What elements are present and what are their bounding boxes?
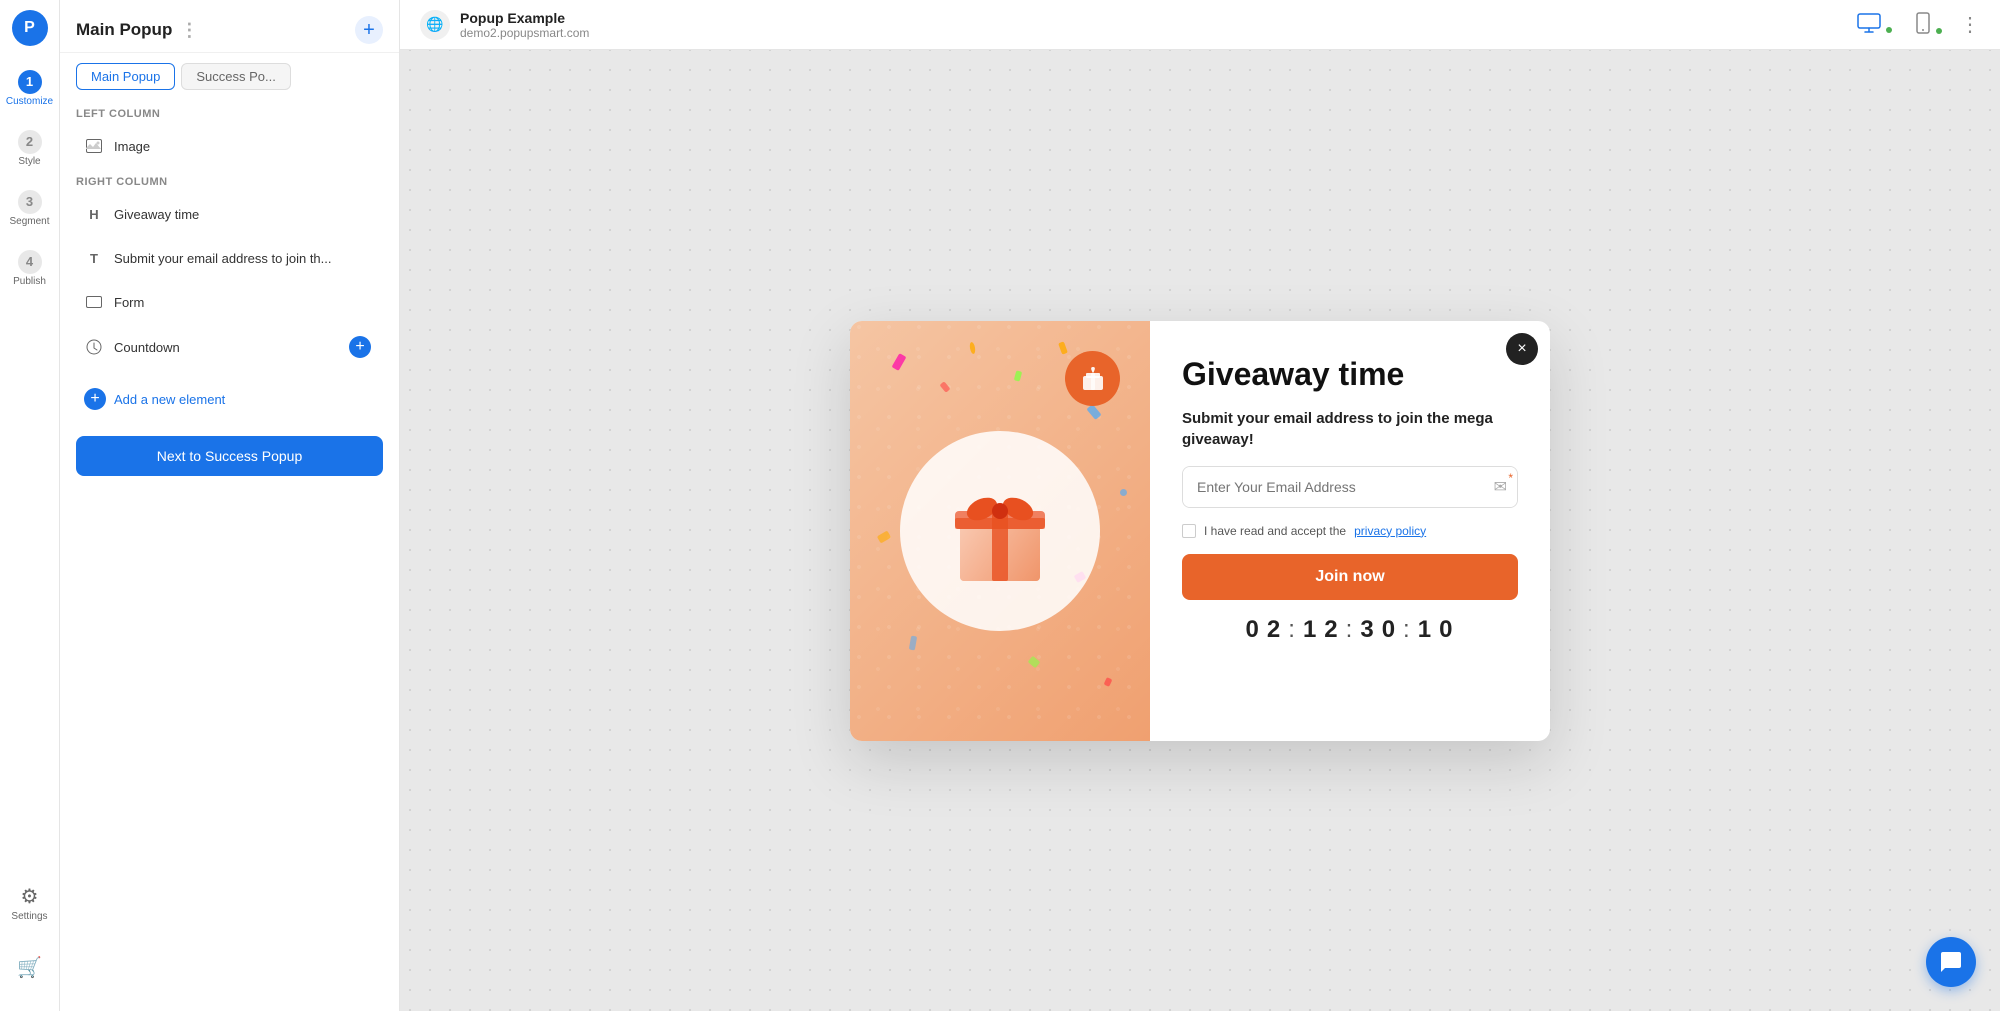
- nav-item-segment[interactable]: 3 Segment: [2, 180, 58, 236]
- count-d1: 0: [1246, 616, 1261, 644]
- nav-item-publish[interactable]: 4 Publish: [2, 240, 58, 296]
- add-after-countdown-button[interactable]: +: [349, 336, 371, 358]
- mobile-device-button[interactable]: [1910, 8, 1948, 41]
- privacy-text: I have read and accept the: [1204, 524, 1346, 538]
- panel-header: Main Popup ⋮ +: [60, 0, 399, 53]
- gift-badge: [1065, 351, 1120, 406]
- form-element-label: Form: [114, 295, 144, 310]
- top-bar-menu-dots[interactable]: ⋮: [1960, 12, 1980, 37]
- panel-tabs: Main Popup Success Po...: [60, 53, 399, 100]
- top-bar-left: 🌐 Popup Example demo2.popupsmart.com: [420, 10, 589, 40]
- left-column-label: LEFT COLUMN: [60, 100, 399, 124]
- step-1-label: Customize: [6, 96, 53, 107]
- popup-left-column: [850, 321, 1150, 741]
- panel-title-text: Main Popup: [76, 20, 172, 40]
- count-d6: 0: [1382, 616, 1397, 644]
- countdown-timer: 0 2 : 1 2 : 3 0 : 1 0: [1182, 616, 1518, 644]
- add-element-circle-icon: +: [84, 388, 106, 410]
- count-d7: 1: [1418, 616, 1433, 644]
- tab-success-popup[interactable]: Success Po...: [181, 63, 290, 90]
- step-3-num: 3: [18, 190, 42, 214]
- site-url: demo2.popupsmart.com: [460, 26, 589, 40]
- privacy-policy-link[interactable]: privacy policy: [1354, 524, 1426, 538]
- nav-item-settings[interactable]: ⚙ Settings: [2, 875, 58, 931]
- element-image[interactable]: Image: [68, 126, 391, 166]
- element-text[interactable]: T Submit your email address to join th..…: [68, 238, 391, 278]
- canvas-area: 🌐 Popup Example demo2.popupsmart.com: [400, 0, 2000, 1011]
- count-d2: 2: [1267, 616, 1282, 644]
- form-icon: [84, 292, 104, 312]
- step-3-label: Segment: [9, 216, 49, 227]
- image-element-label: Image: [114, 139, 150, 154]
- add-element-label: Add a new element: [114, 392, 225, 407]
- gift-circle: [900, 431, 1100, 631]
- email-input-field[interactable]: [1183, 467, 1517, 507]
- image-icon: [84, 136, 104, 156]
- settings-icon: ⚙: [21, 884, 39, 909]
- monitor-icon: [1857, 13, 1881, 33]
- popup-right-column: Giveaway time Submit your email address …: [1150, 321, 1550, 741]
- step-4-label: Publish: [13, 276, 46, 287]
- text-icon: T: [84, 248, 104, 268]
- count-d5: 3: [1360, 616, 1375, 644]
- join-now-button[interactable]: Join now: [1182, 554, 1518, 600]
- tab-main-popup[interactable]: Main Popup: [76, 63, 175, 90]
- count-d3: 1: [1303, 616, 1318, 644]
- count-sep-2: :: [1346, 616, 1355, 644]
- mobile-icon: [1916, 12, 1930, 34]
- popup-name-title: Popup Example: [460, 10, 589, 26]
- countdown-element-label: Countdown: [114, 340, 180, 355]
- step-2-num: 2: [18, 130, 42, 154]
- email-input-wrapper: ✉ *: [1182, 466, 1518, 508]
- app-logo: P: [12, 10, 48, 46]
- step-1-num: 1: [18, 70, 42, 94]
- text-element-label: Submit your email address to join th...: [114, 251, 332, 266]
- extra-icon: 🛒: [17, 955, 42, 980]
- envelope-icon: ✉: [1494, 477, 1507, 497]
- gift-ribbon-icon: [1079, 364, 1107, 392]
- nav-item-customize[interactable]: 1 Customize: [2, 60, 58, 116]
- count-d8: 0: [1439, 616, 1454, 644]
- top-bar: 🌐 Popup Example demo2.popupsmart.com: [400, 0, 2000, 50]
- settings-label: Settings: [11, 911, 47, 922]
- element-countdown[interactable]: Countdown +: [68, 326, 391, 368]
- top-bar-info: Popup Example demo2.popupsmart.com: [460, 10, 589, 40]
- step-2-label: Style: [18, 156, 40, 167]
- editor-panel: Main Popup ⋮ + Main Popup Success Po... …: [60, 0, 400, 1011]
- heading-icon: H: [84, 204, 104, 224]
- privacy-checkbox[interactable]: [1182, 524, 1196, 538]
- countdown-icon: [84, 337, 104, 357]
- popup-close-button[interactable]: ×: [1506, 333, 1538, 365]
- element-heading[interactable]: H Giveaway time: [68, 194, 391, 234]
- sidebar-nav: P 1 Customize 2 Style 3 Segment 4 Publis…: [0, 0, 60, 1011]
- popup-container: ×: [850, 321, 1550, 741]
- nav-item-style[interactable]: 2 Style: [2, 120, 58, 176]
- panel-add-button[interactable]: +: [355, 16, 383, 44]
- desktop-device-button[interactable]: [1851, 9, 1899, 40]
- nav-item-extra[interactable]: 🛒: [2, 939, 58, 995]
- count-sep-3: :: [1403, 616, 1412, 644]
- count-sep-1: :: [1288, 616, 1297, 644]
- element-form[interactable]: Form: [68, 282, 391, 322]
- step-4-num: 4: [18, 250, 42, 274]
- panel-menu-dots[interactable]: ⋮: [180, 20, 198, 41]
- panel-title-group: Main Popup ⋮: [76, 20, 198, 41]
- count-d4: 2: [1324, 616, 1339, 644]
- next-to-success-button[interactable]: Next to Success Popup: [76, 436, 383, 476]
- device-switcher: ⋮: [1851, 8, 1980, 41]
- chat-icon: [1939, 950, 1963, 974]
- add-new-element-button[interactable]: + Add a new element: [68, 378, 391, 420]
- popup-subtext: Submit your email address to join the me…: [1182, 408, 1518, 450]
- popup-heading: Giveaway time: [1182, 357, 1518, 392]
- heading-element-label: Giveaway time: [114, 207, 199, 222]
- right-column-label: RIGHT COLUMN: [60, 168, 399, 192]
- site-icon: 🌐: [420, 10, 450, 40]
- gift-box-svg: [940, 471, 1060, 591]
- privacy-policy-row: I have read and accept the privacy polic…: [1182, 524, 1518, 538]
- required-star: *: [1508, 471, 1513, 485]
- chat-button[interactable]: [1926, 937, 1976, 987]
